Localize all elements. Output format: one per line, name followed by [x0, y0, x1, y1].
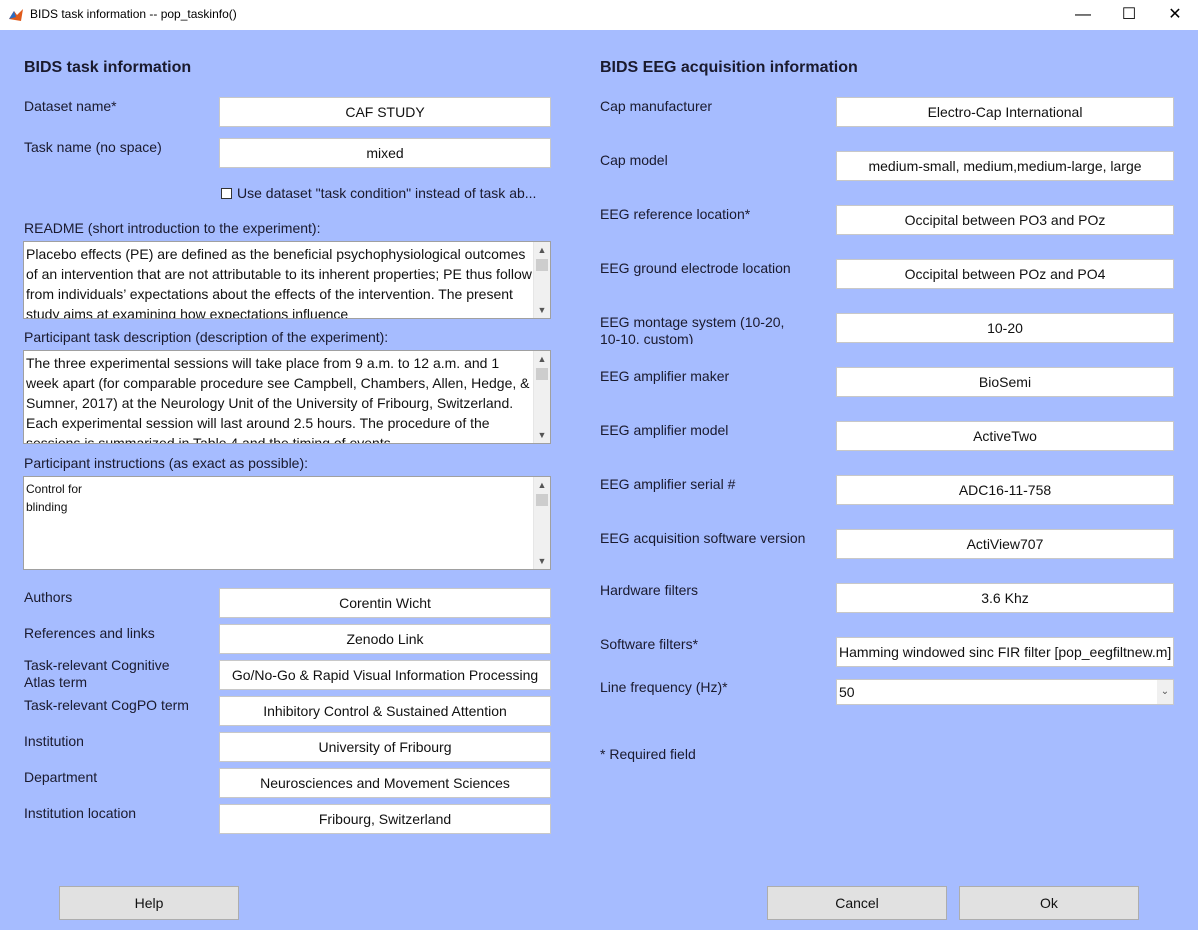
software-filters-label: Software filters* [600, 636, 699, 652]
authors-label: Authors [24, 589, 73, 605]
scroll-thumb[interactable] [536, 368, 548, 380]
cap-model-field[interactable]: medium-small, medium,medium-large, large [836, 151, 1174, 181]
amp-serial-label: EEG amplifier serial # [600, 476, 736, 492]
chevron-down-icon[interactable]: ⌄ [1157, 680, 1173, 704]
line-frequency-value: 50 [839, 684, 855, 700]
location-field[interactable]: Fribourg, Switzerland [219, 804, 551, 834]
scroll-up-icon[interactable]: ▲ [534, 477, 550, 493]
scroll-up-icon[interactable]: ▲ [534, 242, 550, 258]
help-button[interactable]: Help [59, 886, 239, 920]
task-description-scrollbar[interactable]: ▲ ▼ [533, 351, 550, 443]
amp-model-field[interactable]: ActiveTwo [836, 421, 1174, 451]
software-filters-field[interactable]: Hamming windowed sinc FIR filter [pop_ee… [836, 637, 1174, 667]
instructions-textarea[interactable]: Control for blinding ▲ ▼ [23, 476, 551, 570]
task-description-text: The three experimental sessions will tak… [26, 355, 530, 443]
amp-model-label: EEG amplifier model [600, 422, 729, 438]
cap-manufacturer-label: Cap manufacturer [600, 98, 713, 114]
authors-field[interactable]: Corentin Wicht [219, 588, 551, 618]
readme-label: README (short introduction to the experi… [24, 220, 321, 236]
title-bar: BIDS task information -- pop_taskinfo() … [0, 0, 1198, 30]
dataset-name-label: Dataset name* [24, 98, 117, 114]
task-condition-label: Use dataset "task condition" instead of … [237, 185, 537, 201]
required-note: * Required field [600, 746, 696, 762]
montage-label: EEG montage system (10-20, 10-10, custom… [600, 314, 784, 344]
software-version-label: EEG acquisition software version [600, 530, 806, 546]
window-title: BIDS task information -- pop_taskinfo() [30, 7, 237, 21]
readme-textarea[interactable]: Placebo effects (PE) are defined as the … [23, 241, 551, 319]
minimize-button[interactable]: — [1060, 0, 1106, 30]
task-description-textarea[interactable]: The three experimental sessions will tak… [23, 350, 551, 444]
instructions-scrollbar[interactable]: ▲ ▼ [533, 477, 550, 569]
cognitive-atlas-label-line-2: Atlas term [24, 674, 88, 690]
cogpo-field[interactable]: Inhibitory Control & Sustained Attention [219, 696, 551, 726]
location-label: Institution location [24, 805, 137, 821]
hardware-filters-label: Hardware filters [600, 582, 699, 598]
scroll-down-icon[interactable]: ▼ [534, 302, 550, 318]
department-field[interactable]: Neurosciences and Movement Sciences [219, 768, 551, 798]
cancel-button[interactable]: Cancel [767, 886, 947, 920]
ground-location-label: EEG ground electrode location [600, 260, 791, 276]
instructions-line-1: Control for [26, 482, 83, 496]
task-condition-checkbox[interactable] [221, 188, 232, 199]
scroll-thumb[interactable] [536, 494, 548, 506]
amp-serial-field[interactable]: ADC16-11-758 [836, 475, 1174, 505]
line-frequency-select[interactable]: 50 ⌄ [836, 679, 1174, 705]
cap-manufacturer-field[interactable]: Electro-Cap International [836, 97, 1174, 127]
close-button[interactable]: ✕ [1152, 0, 1198, 30]
references-field[interactable]: Zenodo Link [219, 624, 551, 654]
readme-text: Placebo effects (PE) are defined as the … [26, 246, 532, 318]
dataset-name-field[interactable]: CAF STUDY [219, 97, 551, 127]
institution-field[interactable]: University of Fribourg [219, 732, 551, 762]
reference-location-field[interactable]: Occipital between PO3 and POz [836, 205, 1174, 235]
cognitive-atlas-field[interactable]: Go/No-Go & Rapid Visual Information Proc… [219, 660, 551, 690]
montage-field[interactable]: 10-20 [836, 313, 1174, 343]
ground-location-field[interactable]: Occipital between POz and PO4 [836, 259, 1174, 289]
scroll-thumb[interactable] [536, 259, 548, 271]
scroll-up-icon[interactable]: ▲ [534, 351, 550, 367]
eeg-info-header: BIDS EEG acquisition information [600, 59, 858, 76]
readme-scrollbar[interactable]: ▲ ▼ [533, 242, 550, 318]
task-info-header: BIDS task information [24, 59, 192, 76]
task-name-field[interactable]: mixed [219, 138, 551, 168]
cap-model-label: Cap model [600, 152, 668, 168]
task-description-label: Participant task description (descriptio… [24, 329, 389, 345]
montage-label-line-2: 10-10, custom) [600, 331, 694, 344]
instructions-text: Control for blinding [26, 480, 532, 569]
department-label: Department [24, 769, 98, 785]
cognitive-atlas-label: Task-relevant Cognitive Atlas term [24, 657, 170, 691]
scroll-down-icon[interactable]: ▼ [534, 427, 550, 443]
cogpo-label: Task-relevant CogPO term [24, 697, 189, 713]
ok-button[interactable]: Ok [959, 886, 1139, 920]
instructions-label: Participant instructions (as exact as po… [24, 455, 309, 471]
scroll-down-icon[interactable]: ▼ [534, 553, 550, 569]
line-frequency-label: Line frequency (Hz)* [600, 679, 728, 695]
institution-label: Institution [24, 733, 84, 749]
maximize-button[interactable]: ☐ [1106, 0, 1152, 30]
amp-maker-field[interactable]: BioSemi [836, 367, 1174, 397]
task-name-label: Task name (no space) [24, 139, 162, 155]
hardware-filters-field[interactable]: 3.6 Khz [836, 583, 1174, 613]
instructions-line-2: blinding [26, 500, 68, 514]
montage-label-line-1: EEG montage system (10-20, [600, 314, 785, 330]
reference-location-label: EEG reference location* [600, 206, 751, 222]
software-version-field[interactable]: ActiView707 [836, 529, 1174, 559]
amp-maker-label: EEG amplifier maker [600, 368, 730, 384]
references-label: References and links [24, 625, 155, 641]
matlab-icon [9, 9, 23, 21]
cognitive-atlas-label-line-1: Task-relevant Cognitive [24, 657, 170, 673]
